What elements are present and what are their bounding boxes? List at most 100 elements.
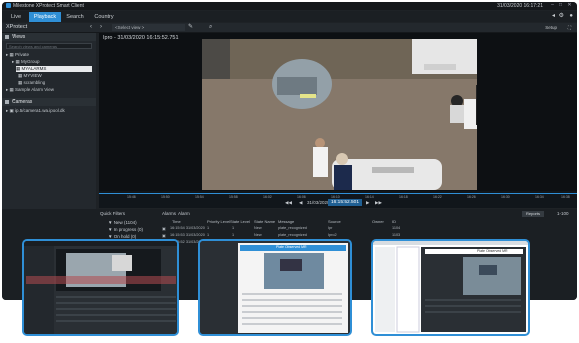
screenshot-thumbnail-3[interactable]: Plate Observed MR: [371, 239, 530, 336]
chevron-up-icon[interactable]: ⌃: [12, 98, 92, 106]
camera-tree-item[interactable]: ▸ ▣ ip.5/camera1.wa.ipool.dk: [6, 108, 65, 114]
workspace-tabs: Live Playback Search Country ◂ ⚙ ●: [2, 11, 577, 22]
timeline-tick: 15:46: [127, 195, 136, 199]
timeline-tick: 15:54: [195, 195, 204, 199]
cell-priority: 1: [207, 233, 210, 237]
cell-id: 1103: [392, 233, 401, 237]
cell-source: Ipr: [328, 226, 333, 230]
row-icon: ▣: [162, 227, 166, 231]
tree-item-sample-alarm-view[interactable]: ▸ ▦ Sample Alarm View: [6, 87, 54, 93]
alarm-filter-select[interactable]: Alarm: [178, 211, 190, 216]
timeline-tick: 16:18: [399, 195, 408, 199]
reports-button[interactable]: Reports: [522, 211, 544, 217]
tree-item-mygroup[interactable]: ▸ ▦ MyGroup: [12, 59, 40, 65]
playback-timeline[interactable]: 15:46 15:50 15:54 15:58 16:02 16:06 16:1…: [99, 191, 577, 208]
tree-item-private[interactable]: ▸ ▦ Private: [6, 52, 29, 58]
cell-priority: 1: [207, 226, 210, 230]
column-header[interactable]: Time: [172, 219, 181, 224]
previous-frame-icon[interactable]: ◀◀: [285, 200, 292, 206]
alarm-detail-screenshot: [200, 241, 350, 334]
screenshot-thumbnail-1[interactable]: [22, 239, 179, 336]
views-icon: [5, 35, 9, 39]
help-icon[interactable]: ◂: [552, 13, 555, 20]
screenshot-thumbnail-2[interactable]: Plate Observed MR: [198, 239, 352, 336]
tree-item-myview[interactable]: ▦ MYVIEW: [18, 73, 42, 79]
close-icon[interactable]: ✕: [567, 3, 572, 8]
column-header[interactable]: Priority Level: [207, 219, 230, 224]
timeline-tick: 15:58: [229, 195, 238, 199]
timeline-tick: 16:14: [365, 195, 374, 199]
column-header[interactable]: Message: [278, 219, 294, 224]
minimize-icon[interactable]: –: [550, 3, 555, 8]
tab-live[interactable]: Live: [5, 12, 27, 22]
cell-message: plate_recognized: [278, 226, 307, 230]
config-screenshot: [373, 241, 528, 334]
back-arrow-icon[interactable]: ‹: [90, 23, 92, 32]
setup-button[interactable]: Setup: [545, 23, 557, 32]
timeline-tick: 16:38: [561, 195, 570, 199]
playback-viewer: Ipro - 31/03/2020 16:15:52.751 15:46 15:…: [99, 33, 577, 208]
views-header[interactable]: Views ⌃: [2, 33, 96, 41]
cameras-header[interactable]: Cameras ⌃: [2, 98, 96, 106]
timeline-tick: 16:06: [297, 195, 306, 199]
milestone-logo-icon: [6, 3, 11, 8]
timeline-tick: 16:26: [467, 195, 476, 199]
timeline-tick: 16:30: [501, 195, 510, 199]
forward-arrow-icon[interactable]: ›: [100, 23, 102, 32]
view-toolbar: XProtect ‹ › <Select view > ✎ ⌕ Setup ⛶: [2, 23, 577, 33]
system-clock: 31/03/2020 16:17:21: [497, 3, 543, 9]
timeline-tick: 16:22: [433, 195, 442, 199]
next-frame-icon[interactable]: ▶▶: [375, 200, 382, 206]
sidebar: Views ⌃ Search views and cameras ▸ ▦ Pri…: [2, 33, 96, 233]
play-icon[interactable]: ▶: [366, 200, 369, 206]
cell-state-level: 1: [232, 233, 235, 237]
app-label: XProtect: [6, 24, 28, 30]
timeline-tick: 15:50: [161, 195, 170, 199]
search-icon[interactable]: ⌕: [209, 23, 212, 32]
play-reverse-icon[interactable]: ◀: [299, 200, 302, 206]
column-header[interactable]: State Name: [254, 219, 275, 224]
window-title: Milestone XProtect Smart Client: [13, 3, 84, 9]
current-time-display[interactable]: 16:15:52.501: [328, 199, 362, 206]
filter-new[interactable]: ▼ New (1104): [108, 220, 137, 225]
tab-search[interactable]: Search: [63, 12, 87, 22]
timeline-tick: 16:02: [263, 195, 272, 199]
cell-source: Ipro2: [328, 233, 337, 237]
tab-playback[interactable]: Playback: [29, 12, 61, 22]
camera-video-frame[interactable]: [202, 39, 477, 190]
cell-time: 16:15:54 31/03/2020: [170, 226, 205, 230]
cell-state-name: New: [254, 226, 262, 230]
cell-state-level: 1: [232, 226, 235, 230]
maximize-icon[interactable]: □: [558, 3, 563, 8]
cell-message: plate_recognized: [278, 233, 307, 237]
title-bar: Milestone XProtect Smart Client 31/03/20…: [2, 2, 577, 10]
camera-icon: [5, 100, 9, 104]
column-header[interactable]: Source: [328, 219, 341, 224]
chevron-up-icon[interactable]: ⌃: [12, 33, 92, 41]
filter-in-progress[interactable]: ▼ In progress (0): [108, 227, 143, 232]
timeline-tick: 16:34: [535, 195, 544, 199]
cell-time: 16:15:53 31/03/2020: [170, 233, 205, 237]
camera-title: Ipro - 31/03/2020 16:15:52.751: [103, 35, 179, 41]
alarm-list-screenshot: [24, 241, 177, 334]
column-header[interactable]: Owner: [372, 219, 384, 224]
cell-state-name: New: [254, 233, 262, 237]
column-header[interactable]: State Level: [230, 219, 250, 224]
tree-item-myalarms[interactable]: ▦ MYALARMS: [16, 66, 92, 72]
user-icon[interactable]: ●: [569, 13, 573, 20]
tab-country[interactable]: Country: [89, 12, 119, 22]
parking-lot-image: [202, 39, 477, 190]
views-search-input[interactable]: Search views and cameras: [6, 43, 92, 49]
fullscreen-icon[interactable]: ⛶: [568, 23, 571, 32]
date-label: 31/03/2020: [307, 200, 330, 205]
tag-icon[interactable]: ✎: [188, 23, 193, 32]
tree-item-scrambling[interactable]: ▦ scrambling: [18, 80, 45, 86]
cell-id: 1104: [392, 226, 401, 230]
page-count: 1-100: [557, 211, 569, 216]
quick-filters-title: Quick Filters: [100, 211, 126, 216]
view-selector[interactable]: <Select view >: [112, 24, 185, 31]
thumbnail-2-title: Plate Observed MR: [276, 245, 307, 249]
column-header[interactable]: ID: [392, 219, 396, 224]
gear-icon[interactable]: ⚙: [559, 13, 564, 20]
row-icon: ▣: [162, 234, 166, 238]
